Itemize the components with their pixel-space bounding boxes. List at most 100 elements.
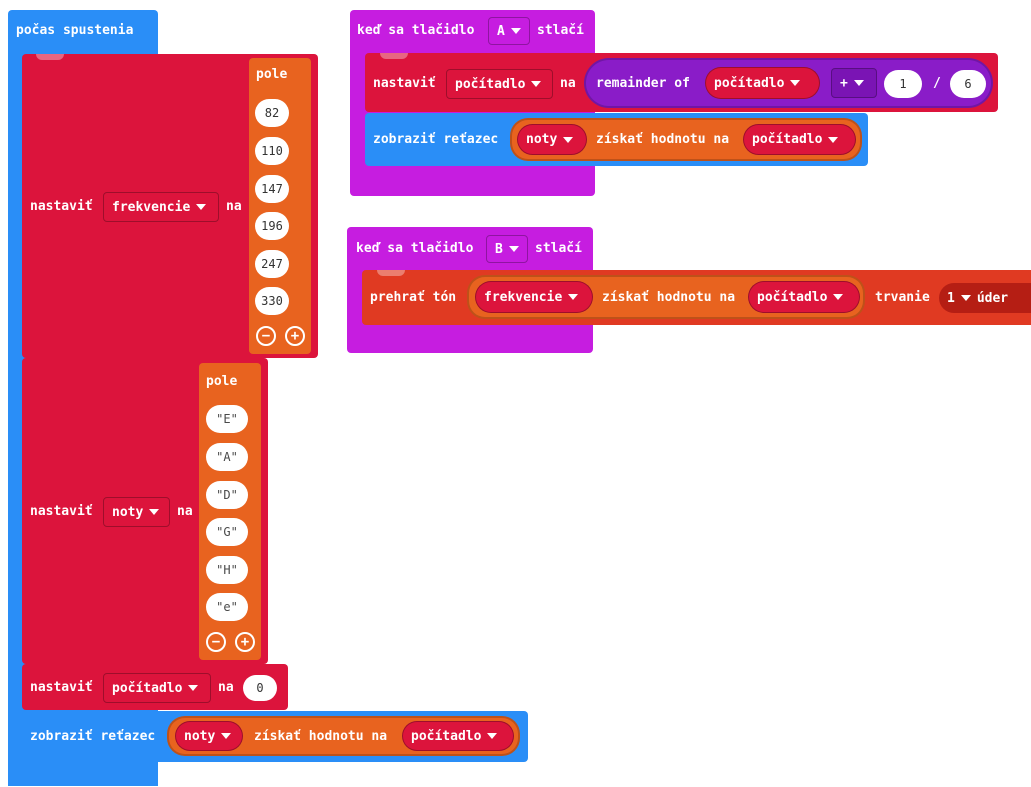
freq-array-item[interactable]: 147 bbox=[255, 175, 289, 203]
freq-array-item[interactable]: 110 bbox=[255, 137, 289, 165]
note-array-item[interactable]: " e " bbox=[206, 593, 248, 621]
button-a-label: A bbox=[497, 23, 505, 39]
quote-mark: " bbox=[230, 412, 238, 426]
operand-variable-label: počítadlo bbox=[714, 75, 785, 91]
button-a-dropdown[interactable]: A bbox=[488, 17, 530, 45]
quote-mark: " bbox=[216, 600, 224, 614]
note-value: H bbox=[223, 563, 231, 577]
freq-array-label: pole bbox=[256, 67, 288, 82]
operator-dropdown[interactable]: + bbox=[831, 68, 877, 98]
note-value: e bbox=[223, 600, 231, 614]
freq-array-item[interactable]: 196 bbox=[255, 212, 289, 240]
note-array-item[interactable]: " A " bbox=[206, 443, 248, 471]
note-array-item[interactable]: " H " bbox=[206, 556, 248, 584]
operand-variable-dropdown[interactable]: počítadlo bbox=[705, 67, 820, 99]
set-notes-set-label: nastaviť bbox=[30, 504, 93, 519]
note-value: A bbox=[223, 450, 231, 464]
chevron-down-icon bbox=[508, 246, 519, 252]
counter-variable-label: počítadlo bbox=[112, 680, 183, 696]
freq-variable-dropdown[interactable]: frekvencie bbox=[103, 192, 219, 222]
note-array-item[interactable]: " D " bbox=[206, 481, 248, 509]
add-item-icon[interactable]: + bbox=[235, 632, 255, 652]
quote-mark: " bbox=[216, 450, 224, 464]
array-variable-label: frekvencie bbox=[484, 289, 563, 305]
remove-item-icon[interactable]: − bbox=[256, 326, 276, 346]
note-value: E bbox=[223, 412, 231, 426]
chevron-down-icon bbox=[833, 294, 844, 300]
block-notch bbox=[36, 54, 64, 60]
note-value: D bbox=[223, 488, 231, 502]
divisor-value[interactable]: 6 bbox=[950, 70, 986, 98]
chevron-down-icon bbox=[149, 509, 160, 515]
array-variable-label: noty bbox=[184, 728, 216, 744]
remove-item-icon[interactable]: − bbox=[206, 632, 226, 652]
index-variable-label: počítadlo bbox=[411, 728, 482, 744]
index-variable-label: počítadlo bbox=[757, 289, 828, 305]
notes-variable-dropdown[interactable]: noty bbox=[103, 497, 170, 527]
note-array-item[interactable]: " G " bbox=[206, 518, 248, 546]
array-variable-dropdown[interactable]: noty bbox=[517, 124, 587, 155]
button-b-dropdown[interactable]: B bbox=[486, 235, 528, 263]
chevron-down-icon bbox=[487, 733, 498, 739]
set-counter-to-label: na bbox=[218, 680, 234, 695]
button-b-label: B bbox=[495, 241, 503, 257]
get-value-label: získať hodnotu na bbox=[254, 729, 388, 744]
set-notes-to-label: na bbox=[177, 504, 193, 519]
chevron-down-icon bbox=[221, 733, 232, 739]
note-array-item[interactable]: " E " bbox=[206, 405, 248, 433]
divide-symbol: / bbox=[933, 76, 941, 91]
to-label: na bbox=[560, 76, 576, 91]
duration-label: trvanie bbox=[875, 290, 930, 305]
counter-variable-label: počítadlo bbox=[455, 76, 526, 92]
chevron-down-icon bbox=[960, 295, 971, 301]
chevron-down-icon bbox=[531, 81, 542, 87]
operator-label: + bbox=[840, 75, 848, 91]
notes-array-label: pole bbox=[206, 374, 238, 389]
button-b-event-label: keď sa tlačidlo bbox=[356, 241, 474, 256]
add-value[interactable]: 1 bbox=[884, 70, 922, 98]
index-variable-dropdown[interactable]: počítadlo bbox=[743, 124, 856, 155]
quote-mark: " bbox=[216, 412, 224, 426]
button-a-event-label: keď sa tlačidlo bbox=[357, 23, 475, 38]
chevron-down-icon bbox=[563, 136, 574, 143]
quote-mark: " bbox=[230, 563, 238, 577]
chevron-down-icon bbox=[196, 204, 207, 210]
freq-array-item[interactable]: 330 bbox=[255, 287, 289, 315]
on-start-label: počas spustenia bbox=[16, 23, 134, 38]
show-string-label: zobraziť reťazec bbox=[373, 132, 499, 147]
notes-variable-label: noty bbox=[112, 504, 144, 520]
chevron-down-icon bbox=[568, 294, 579, 300]
duration-dropdown[interactable]: 1 úder bbox=[939, 283, 1031, 313]
counter-variable-dropdown[interactable]: počítadlo bbox=[446, 69, 553, 99]
chevron-down-icon bbox=[828, 136, 839, 143]
quote-mark: " bbox=[230, 600, 238, 614]
counter-initial-value[interactable]: 0 bbox=[243, 675, 277, 701]
array-variable-dropdown[interactable]: noty bbox=[175, 721, 243, 751]
chevron-down-icon bbox=[188, 685, 199, 691]
freq-array-item[interactable]: 82 bbox=[255, 99, 289, 127]
counter-variable-dropdown[interactable]: počítadlo bbox=[103, 673, 211, 703]
chevron-down-icon bbox=[790, 80, 801, 86]
freq-array-item[interactable]: 247 bbox=[255, 250, 289, 278]
array-variable-label: noty bbox=[526, 132, 558, 147]
quote-mark: " bbox=[230, 525, 238, 539]
get-value-label: získať hodnotu na bbox=[602, 290, 736, 305]
chevron-down-icon bbox=[853, 80, 864, 86]
block-notch bbox=[377, 270, 405, 276]
set-freq-to-label: na bbox=[226, 199, 242, 214]
remainder-label: remainder of bbox=[596, 76, 690, 91]
set-counter-set-label: nastaviť bbox=[30, 680, 93, 695]
quote-mark: " bbox=[216, 488, 224, 502]
play-tone-label: prehrať tón bbox=[370, 290, 457, 305]
get-value-label: získať hodnotu na bbox=[596, 132, 730, 147]
index-variable-dropdown[interactable]: počítadlo bbox=[402, 721, 514, 751]
add-item-icon[interactable]: + bbox=[285, 326, 305, 346]
array-variable-dropdown[interactable]: frekvencie bbox=[475, 281, 593, 313]
set-freq-set-label: nastaviť bbox=[30, 199, 93, 214]
note-value: G bbox=[223, 525, 231, 539]
index-variable-dropdown[interactable]: počítadlo bbox=[748, 281, 860, 313]
quote-mark: " bbox=[230, 450, 238, 464]
show-string-label: zobraziť reťazec bbox=[30, 729, 156, 744]
quote-mark: " bbox=[216, 525, 224, 539]
button-b-suffix: stlačí bbox=[535, 241, 582, 256]
